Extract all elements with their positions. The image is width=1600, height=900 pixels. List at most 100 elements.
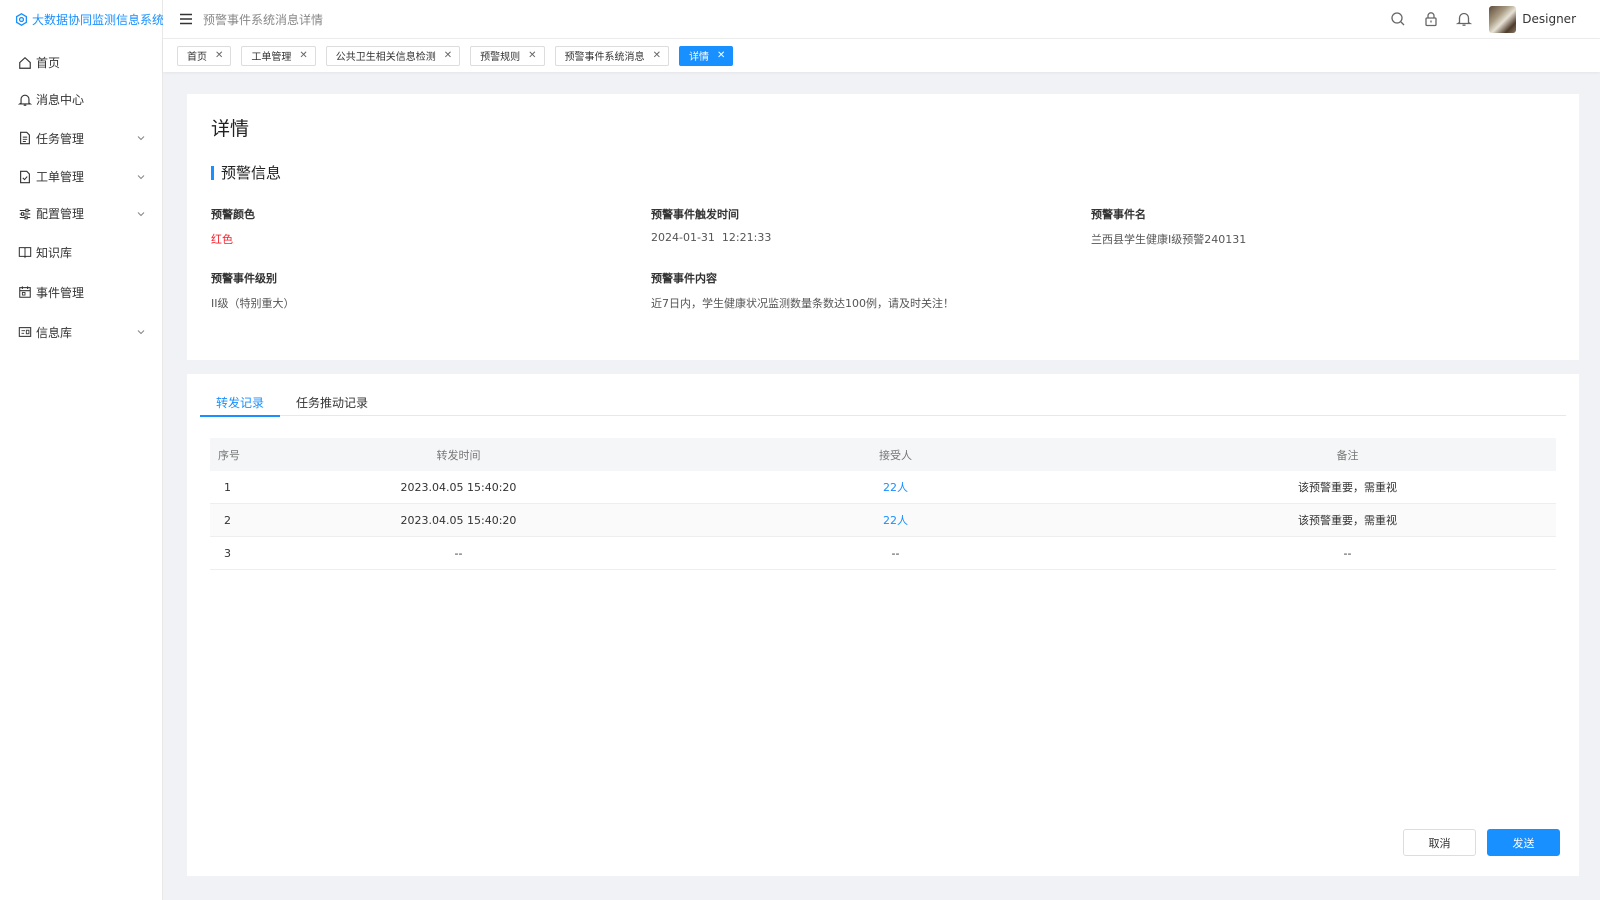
sidebar-item-label: 事件管理 bbox=[36, 285, 85, 300]
home-icon bbox=[18, 56, 32, 70]
app-title: 大数据协同监测信息系统 bbox=[32, 13, 165, 27]
username[interactable]: Designer bbox=[1522, 12, 1576, 26]
section-title-text: 预警信息 bbox=[221, 164, 282, 182]
chevron-down-icon bbox=[136, 172, 146, 182]
column-header-time: 转发时间 bbox=[436, 448, 481, 462]
book-icon bbox=[18, 245, 32, 259]
sliders-icon bbox=[18, 207, 32, 221]
records-card: 转发记录 任务推动记录 序号 转发时间 接受人 备注 1 2023.04.05 … bbox=[187, 374, 1579, 876]
receiver-link[interactable]: 22人 bbox=[883, 514, 908, 527]
column-header-receiver: 接受人 bbox=[879, 448, 912, 462]
sidebar-item-label: 知识库 bbox=[36, 245, 73, 260]
cell-note: -- bbox=[1343, 546, 1352, 560]
field-label: 预警事件级别 bbox=[211, 272, 277, 285]
records-tabs: 转发记录 任务推动记录 bbox=[200, 388, 1566, 417]
open-tab-detail[interactable]: 详情 ✕ bbox=[678, 45, 734, 66]
table-row: 2 2023.04.05 15:40:20 22人 该预警重要，需重视 bbox=[210, 504, 1556, 537]
cell-note: 该预警重要，需重视 bbox=[1298, 481, 1397, 494]
search-icon[interactable] bbox=[1390, 11, 1406, 27]
table-row: 1 2023.04.05 15:40:20 22人 该预警重要，需重视 bbox=[210, 471, 1556, 504]
sidebar-item-home[interactable]: 首页 bbox=[0, 45, 162, 80]
app-logo[interactable]: 大数据协同监测信息系统 bbox=[0, 0, 165, 39]
open-tab-public-health[interactable]: 公共卫生相关信息检测 ✕ bbox=[325, 45, 461, 66]
sidebar-item-knowledge[interactable]: 知识库 bbox=[0, 233, 162, 271]
field-trigger-time: 预警事件触发时间 2024-01-31 12:21:33 bbox=[651, 206, 771, 244]
tab-task-push-records[interactable]: 任务推动记录 bbox=[280, 388, 384, 416]
open-tabs-bar: 首页 ✕ 工单管理 ✕ 公共卫生相关信息检测 ✕ 预警规则 ✕ 预警事件系统消息 ✕ 详情… bbox=[163, 39, 1600, 72]
close-icon[interactable]: ✕ bbox=[444, 50, 452, 61]
cell-time: -- bbox=[454, 546, 463, 560]
sidebar-item-workorders[interactable]: 工单管理 bbox=[0, 159, 162, 194]
sidebar-item-label: 工单管理 bbox=[36, 170, 85, 184]
table-header: 序号 转发时间 接受人 备注 bbox=[210, 438, 1556, 471]
sidebar-item-events[interactable]: 事件管理 bbox=[0, 273, 162, 311]
document-icon bbox=[18, 131, 32, 145]
sidebar: 大数据协同监测信息系统 首页 消息中心 任务管理 工单管理 配置管理 知识库 事… bbox=[0, 0, 165, 900]
lock-icon[interactable] bbox=[1423, 11, 1439, 27]
page-title: 详情 bbox=[211, 118, 250, 140]
menu-toggle-icon[interactable] bbox=[179, 13, 193, 25]
open-tab-label: 首页 bbox=[187, 52, 207, 63]
close-icon[interactable]: ✕ bbox=[717, 50, 725, 61]
section-accent-bar bbox=[211, 165, 214, 180]
forward-records-table: 序号 转发时间 接受人 备注 1 2023.04.05 15:40:20 22人… bbox=[210, 438, 1556, 570]
close-icon[interactable]: ✕ bbox=[215, 50, 223, 61]
field-value: 红色 bbox=[211, 233, 233, 246]
avatar[interactable] bbox=[1489, 5, 1517, 33]
chevron-down-icon bbox=[136, 327, 146, 337]
bell-icon bbox=[18, 93, 32, 107]
open-tab-home[interactable]: 首页 ✕ bbox=[177, 45, 232, 66]
sidebar-item-messages[interactable]: 消息中心 bbox=[0, 82, 162, 117]
field-event-level: 预警事件级别 II级（特别重大） bbox=[211, 270, 295, 311]
sidebar-item-label: 配置管理 bbox=[36, 207, 85, 221]
cell-index: 1 bbox=[224, 480, 231, 494]
section-title: 预警信息 bbox=[211, 162, 281, 183]
sidebar-item-label: 首页 bbox=[36, 56, 61, 70]
header-actions: Designer bbox=[1373, 5, 1600, 33]
cell-receiver: -- bbox=[891, 546, 900, 560]
open-tab-label: 公共卫生相关信息检测 bbox=[335, 52, 436, 63]
logo-icon bbox=[15, 13, 28, 26]
field-value: 2024-01-31 12:21:33 bbox=[651, 231, 772, 244]
field-warning-color: 预警颜色 红色 bbox=[211, 206, 255, 247]
cell-index: 2 bbox=[224, 513, 231, 527]
open-tab-warning-rules[interactable]: 预警规则 ✕ bbox=[470, 45, 545, 66]
column-header-index: 序号 bbox=[218, 448, 240, 462]
calendar-icon bbox=[18, 285, 32, 299]
sidebar-item-label: 信息库 bbox=[36, 325, 73, 340]
breadcrumb: 预警事件系统消息详情 bbox=[203, 12, 324, 27]
column-header-note: 备注 bbox=[1336, 448, 1359, 462]
field-value: 兰西县学生健康I级预警240131 bbox=[1091, 233, 1247, 246]
close-icon[interactable]: ✕ bbox=[653, 50, 661, 61]
tab-forward-records[interactable]: 转发记录 bbox=[200, 388, 281, 417]
open-tab-warning-messages[interactable]: 预警事件系统消息 ✕ bbox=[554, 45, 669, 66]
cell-time: 2023.04.05 15:40:20 bbox=[400, 513, 517, 527]
notification-bell-icon[interactable] bbox=[1456, 11, 1473, 27]
top-header: 预警事件系统消息详情 Designer bbox=[163, 0, 1600, 39]
field-event-name: 预警事件名 兰西县学生健康I级预警240131 bbox=[1091, 206, 1246, 247]
sidebar-item-label: 任务管理 bbox=[36, 131, 85, 146]
close-icon[interactable]: ✕ bbox=[528, 50, 536, 61]
table-row: 3 -- -- -- bbox=[210, 537, 1556, 570]
field-label: 预警事件触发时间 bbox=[651, 208, 739, 221]
sidebar-item-label: 消息中心 bbox=[36, 93, 85, 107]
close-icon[interactable]: ✕ bbox=[299, 50, 307, 61]
open-tab-label: 预警规则 bbox=[480, 52, 521, 63]
cell-note: 该预警重要，需重视 bbox=[1298, 514, 1397, 527]
open-tab-label: 详情 bbox=[688, 52, 709, 63]
id-card-icon bbox=[18, 325, 32, 339]
send-button[interactable]: 发送 bbox=[1487, 829, 1560, 856]
warning-info-card: 详情 预警信息 预警颜色 红色 预警事件触发时间 2024-01-31 12:2… bbox=[187, 94, 1579, 360]
sidebar-item-config[interactable]: 配置管理 bbox=[0, 196, 162, 231]
sidebar-menu: 首页 消息中心 任务管理 工单管理 配置管理 知识库 事件管理 信息库 bbox=[0, 45, 162, 351]
cell-time: 2023.04.05 15:40:20 bbox=[400, 480, 517, 494]
cancel-button[interactable]: 取消 bbox=[1403, 829, 1476, 856]
chevron-down-icon bbox=[136, 133, 146, 143]
sidebar-item-tasks[interactable]: 任务管理 bbox=[0, 119, 162, 157]
field-label: 预警颜色 bbox=[211, 208, 255, 221]
open-tab-workorders[interactable]: 工单管理 ✕ bbox=[241, 45, 316, 66]
field-value: 近7日内，学生健康状况监测数量条数达100例，请及时关注！ bbox=[651, 297, 954, 310]
open-tab-label: 预警事件系统消息 bbox=[564, 52, 645, 63]
receiver-link[interactable]: 22人 bbox=[883, 481, 908, 494]
sidebar-item-infobase[interactable]: 信息库 bbox=[0, 313, 162, 351]
